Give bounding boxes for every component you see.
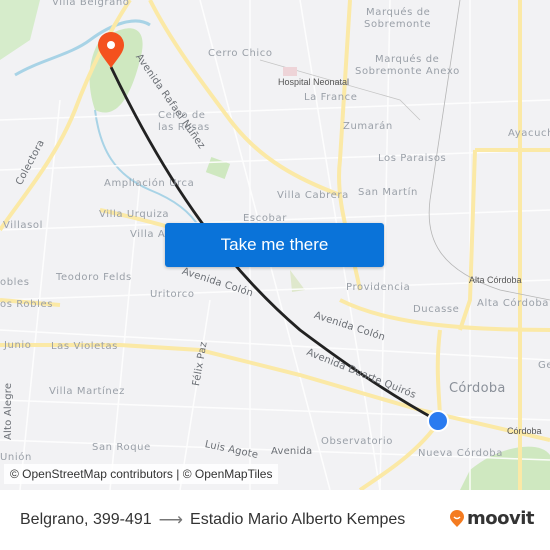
map-label: Villasol [3, 220, 43, 231]
map-label: Nueva Córdoba [418, 448, 503, 459]
map-label: Unión [0, 452, 32, 463]
map-label: Alta Córdoba [477, 298, 550, 309]
map-label: Cerro Chico [208, 48, 273, 59]
map-label: La France [304, 92, 358, 103]
map-label: San Martín [358, 187, 418, 198]
map-label: Teodoro Felds [56, 272, 132, 283]
map-label: Sobremonte Anexo [355, 66, 460, 77]
map-label: Ducasse [413, 304, 460, 315]
map-label: Ge [538, 360, 550, 371]
street-label: Avenida [271, 446, 313, 457]
map-label: Villa A [130, 229, 166, 240]
map-attribution[interactable]: © OpenStreetMap contributors | © OpenMap… [4, 464, 279, 484]
map-label: Observatorio [321, 436, 393, 447]
map-label: Providencia [346, 282, 411, 293]
take-me-there-button[interactable]: Take me there [165, 223, 384, 267]
route-summary: Belgrano, 399-491 ⟶ Estadio Mario Albert… [20, 510, 405, 530]
moovit-pin-icon [450, 509, 464, 527]
hospital-area [283, 67, 297, 76]
origin-name: Belgrano, 399-491 [20, 511, 152, 528]
poi-label: Hospital Neonatal [278, 77, 350, 87]
map-canvas[interactable]: Villa Belgrano Cerro Chico Cerro de las … [0, 0, 550, 490]
map-label: Ampliación Urca [104, 178, 195, 189]
poi-label: Alta Córdoba [469, 275, 522, 285]
origin-marker[interactable] [427, 410, 449, 432]
map-label: Uritorco [150, 289, 195, 300]
map-label: Sobremonte [364, 19, 432, 30]
map-label: Villa Martínez [49, 386, 125, 397]
city-label: Córdoba [449, 381, 506, 396]
park-area [0, 0, 40, 60]
map-label: Ayacucho [508, 128, 550, 139]
map-label: Zumarán [343, 121, 393, 132]
map-label: San Roque [92, 442, 151, 453]
map-label: Villa Cabrera [277, 190, 349, 201]
destination-name: Estadio Mario Alberto Kempes [190, 511, 406, 528]
street-label: Alto Alegre [3, 382, 14, 440]
map-label: Villa Urquiza [99, 209, 170, 220]
map-label: Junio [4, 340, 32, 351]
map-label: Los Paraisos [378, 153, 447, 164]
park-area [205, 157, 231, 179]
map-label: os Robles [0, 299, 54, 310]
map-label: Las Violetas [51, 341, 118, 352]
map-label: Villa Belgrano [52, 0, 130, 8]
map-label: obles [0, 277, 30, 288]
arrow-right-icon: ⟶ [158, 510, 184, 529]
poi-label: Córdoba [507, 426, 542, 436]
moovit-logo[interactable]: moovit [449, 508, 535, 529]
map-label: Marqués de [375, 54, 440, 65]
map-label: Marqués de [366, 7, 431, 18]
moovit-wordmark: moovit [467, 508, 535, 529]
